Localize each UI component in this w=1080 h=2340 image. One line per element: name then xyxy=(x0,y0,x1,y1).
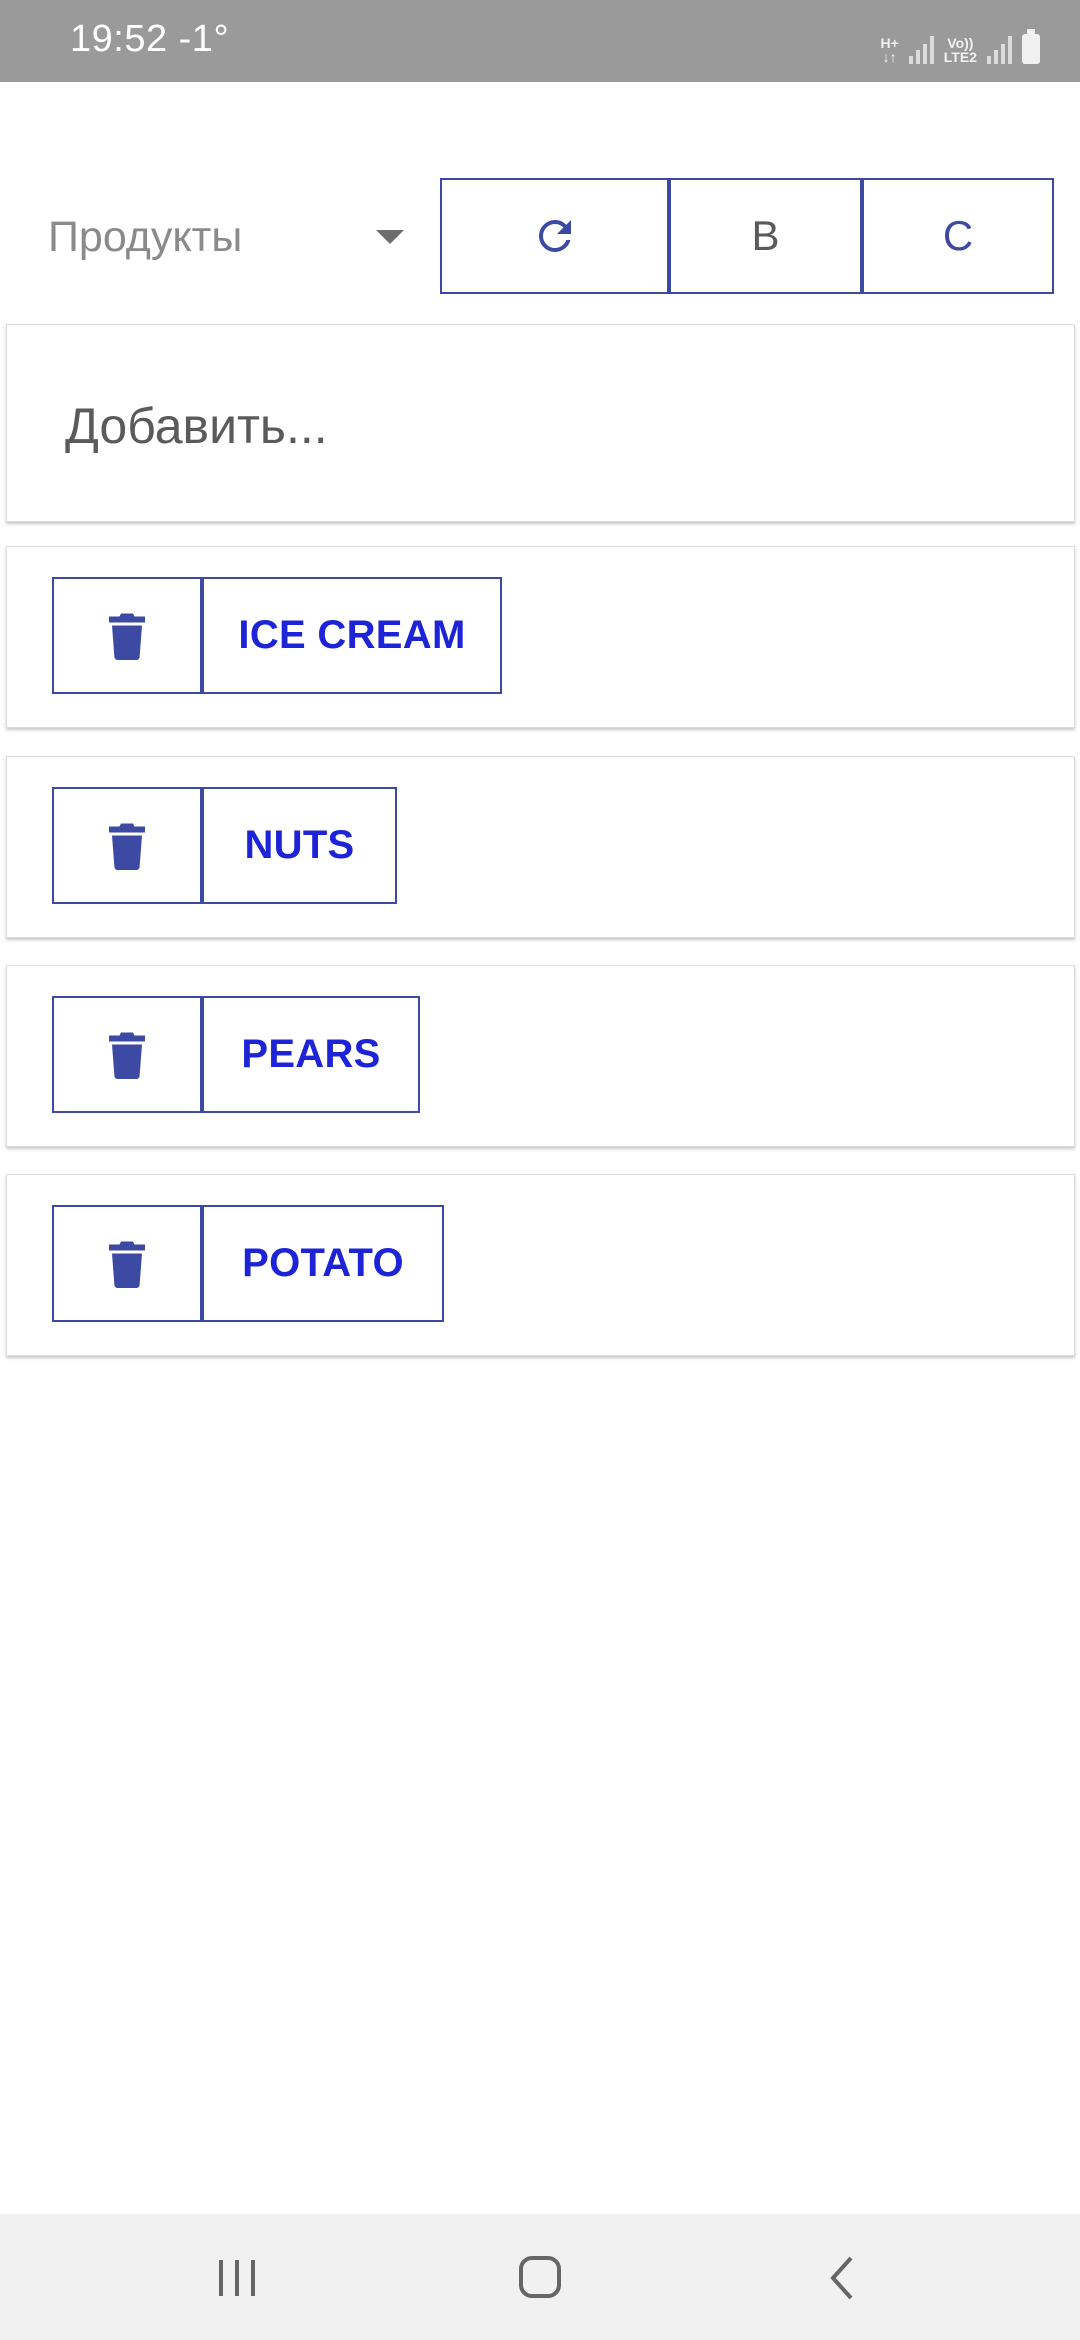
b-button-label: В xyxy=(751,212,780,259)
c-button[interactable]: С xyxy=(862,178,1054,294)
category-dropdown[interactable]: Продукты xyxy=(48,178,410,296)
system-nav-bar xyxy=(0,2214,1080,2340)
data-arrows-icon: ↓↑ xyxy=(882,49,897,65)
status-time-temp: 19:52 -1° xyxy=(70,18,229,61)
network-indicator-2: Vo)) LTE2 xyxy=(944,36,977,64)
home-icon xyxy=(519,2256,561,2298)
item-button[interactable]: NUTS xyxy=(202,787,397,904)
signal-strength-icon xyxy=(908,34,934,64)
toolbar: Продукты В С xyxy=(0,178,1080,296)
volte-label: Vo)) xyxy=(947,35,974,51)
network-indicator-1: H+ ↓↑ xyxy=(881,36,899,64)
add-item-input[interactable]: Добавить... xyxy=(65,397,328,455)
add-item-card[interactable]: Добавить... xyxy=(6,324,1075,522)
c-button-label: С xyxy=(942,212,974,259)
signal-strength-icon-2 xyxy=(987,34,1012,64)
recent-apps-icon xyxy=(219,2260,255,2296)
network-type-label: H+ xyxy=(880,35,899,51)
list-item: PEARS xyxy=(6,965,1075,1147)
item-label: POTATO xyxy=(242,1241,404,1285)
delete-button[interactable] xyxy=(52,996,202,1113)
trash-icon xyxy=(109,613,145,660)
delete-button[interactable] xyxy=(52,577,202,694)
refresh-button[interactable] xyxy=(440,178,669,294)
category-selected-value: Продукты xyxy=(48,212,243,261)
recent-apps-button[interactable] xyxy=(197,2248,277,2308)
back-icon xyxy=(830,2256,853,2300)
item-button[interactable]: PEARS xyxy=(202,996,420,1113)
item-label: NUTS xyxy=(244,823,355,867)
status-bar: 19:52 -1° H+ ↓↑ Vo)) LTE2 xyxy=(0,0,1080,82)
trash-icon xyxy=(109,1032,145,1079)
status-temperature: -1° xyxy=(178,18,230,60)
item-button[interactable]: POTATO xyxy=(202,1205,444,1322)
item-label: PEARS xyxy=(241,1032,381,1076)
status-icons: H+ ↓↑ Vo)) LTE2 xyxy=(881,20,1040,64)
list-item: ICE CREAM xyxy=(6,546,1075,728)
status-time: 19:52 xyxy=(70,18,168,60)
delete-button[interactable] xyxy=(52,1205,202,1322)
back-button[interactable] xyxy=(803,2248,883,2308)
list-item: POTATO xyxy=(6,1174,1075,1356)
list-item: NUTS xyxy=(6,756,1075,938)
refresh-icon xyxy=(538,219,571,252)
item-button[interactable]: ICE CREAM xyxy=(202,577,502,694)
b-button[interactable]: В xyxy=(669,178,862,294)
trash-icon xyxy=(109,823,145,870)
home-button[interactable] xyxy=(500,2248,580,2308)
trash-icon xyxy=(109,1241,145,1288)
dropdown-arrow-icon xyxy=(376,230,404,244)
lte-label: LTE2 xyxy=(943,49,977,65)
item-label: ICE CREAM xyxy=(238,613,466,657)
delete-button[interactable] xyxy=(52,787,202,904)
battery-icon xyxy=(1022,29,1040,64)
